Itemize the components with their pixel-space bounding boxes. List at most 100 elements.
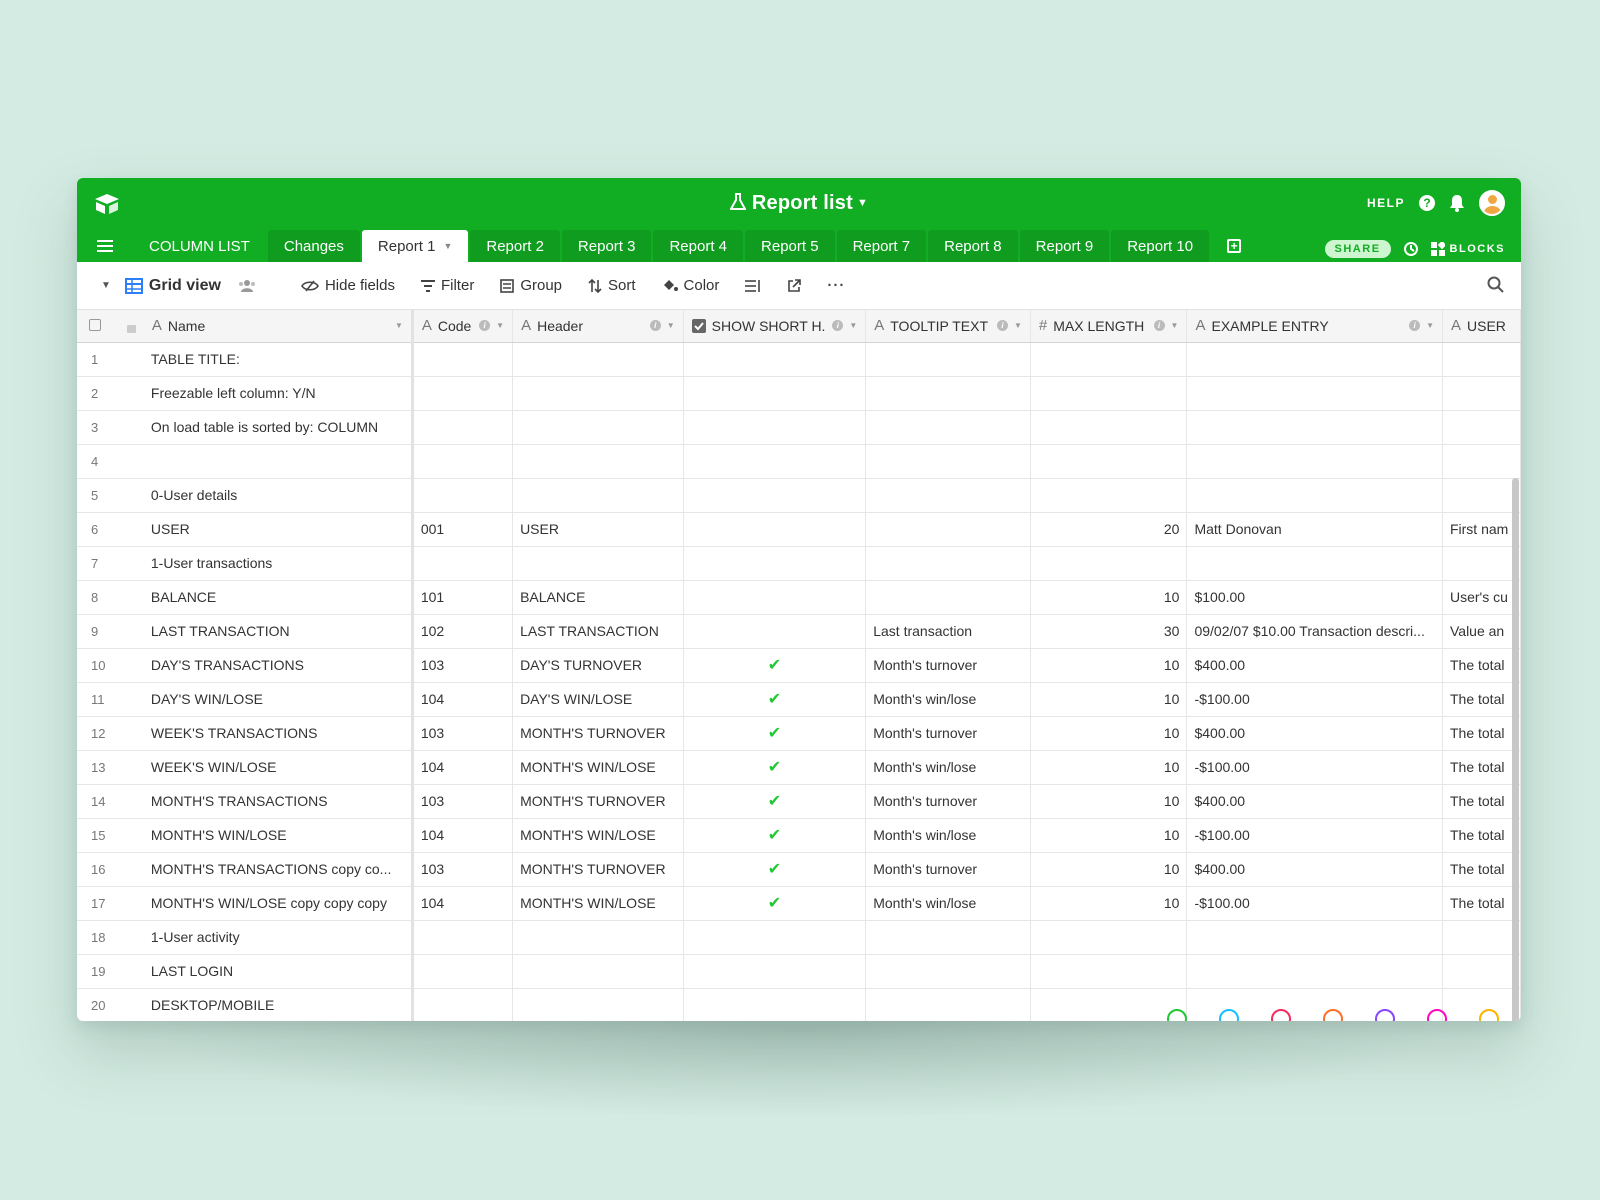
example-cell[interactable] [1186, 546, 1443, 581]
max-length-cell[interactable] [1030, 954, 1188, 989]
tab-report-1[interactable]: Report 1 ▼ [361, 230, 469, 262]
example-cell[interactable] [1186, 920, 1443, 955]
user-cell[interactable] [1442, 410, 1521, 445]
checkmark-icon[interactable]: ✔ [768, 827, 781, 844]
show-short-cell[interactable]: ✔ [683, 682, 867, 717]
checkmark-icon[interactable]: ✔ [768, 759, 781, 776]
help-label[interactable]: HELP [1367, 196, 1405, 210]
user-cell[interactable] [1442, 920, 1521, 955]
max-length-cell[interactable]: 20 [1030, 512, 1188, 547]
user-cell[interactable]: The total [1442, 784, 1521, 819]
user-cell[interactable]: User's cu [1442, 580, 1521, 615]
table-row[interactable]: 10 DAY'S TRANSACTIONS 103 DAY'S TURNOVER ✔ Mo… [77, 648, 1521, 683]
tooltip-cell[interactable] [865, 512, 1031, 547]
max-length-cell[interactable] [1030, 342, 1188, 377]
code-cell[interactable] [412, 988, 514, 1021]
tooltip-cell[interactable]: Month's turnover [865, 648, 1031, 683]
user-cell[interactable]: First nam [1442, 512, 1521, 547]
code-cell[interactable] [412, 954, 514, 989]
chevron-down-icon[interactable]: ▼ [496, 321, 504, 330]
name-cell[interactable]: MONTH'S TRANSACTIONS copy co... [143, 852, 414, 887]
table-row[interactable]: 8 BALANCE 101 BALANCE 10 $100.00 User's cu [77, 580, 1521, 615]
header-cell[interactable]: DAY'S WIN/LOSE [512, 682, 684, 717]
max-length-cell[interactable] [1030, 410, 1188, 445]
tooltip-cell[interactable]: Month's win/lose [865, 818, 1031, 853]
header-cell[interactable] [512, 920, 684, 955]
row-height-button[interactable] [745, 279, 761, 293]
name-cell[interactable]: DAY'S TRANSACTIONS [143, 648, 414, 683]
show-short-cell[interactable] [683, 376, 867, 411]
table-row[interactable]: 15 MONTH'S WIN/LOSE 104 MONTH'S WIN/LOSE ✔ Mo… [77, 818, 1521, 853]
user-cell[interactable] [1442, 444, 1521, 479]
show-short-cell[interactable] [683, 410, 867, 445]
checkmark-icon[interactable]: ✔ [768, 657, 781, 674]
tab-changes[interactable]: Changes [267, 230, 360, 262]
name-cell[interactable]: MONTH'S WIN/LOSE [143, 818, 414, 853]
select-all-checkbox[interactable] [89, 318, 101, 331]
table-row[interactable]: 3 On load table is sorted by: COLUMN [77, 410, 1521, 445]
max-length-cell[interactable]: 10 [1030, 818, 1188, 853]
user-cell[interactable]: The total [1442, 750, 1521, 785]
tooltip-cell[interactable]: Last transaction [865, 614, 1031, 649]
code-cell[interactable] [412, 376, 514, 411]
header-cell[interactable]: LAST TRANSACTION [512, 614, 684, 649]
tab-report-4[interactable]: Report 4 [653, 230, 744, 262]
show-short-cell[interactable]: ✔ [683, 750, 867, 785]
tooltip-cell[interactable] [865, 342, 1031, 377]
tab-report-5[interactable]: Report 5 [745, 230, 835, 262]
checkmark-icon[interactable]: ✔ [768, 725, 781, 742]
help-icon[interactable]: ? [1419, 195, 1435, 211]
show-short-cell[interactable] [683, 988, 867, 1021]
table-row[interactable]: 11 DAY'S WIN/LOSE 104 DAY'S WIN/LOSE ✔ Month'… [77, 682, 1521, 717]
show-short-cell[interactable] [683, 478, 867, 513]
header-cell[interactable]: MONTH'S WIN/LOSE [512, 750, 684, 785]
search-icon[interactable] [1487, 276, 1505, 294]
show-short-cell[interactable]: ✔ [683, 784, 867, 819]
column-header-show-short[interactable]: SHOW SHORT H. i ▼ [683, 310, 867, 343]
example-cell[interactable]: -$100.00 [1186, 682, 1443, 717]
max-length-cell[interactable]: 10 [1030, 580, 1188, 615]
example-cell[interactable]: $400.00 [1186, 648, 1443, 683]
tab-report-10[interactable]: Report 10 [1111, 230, 1210, 262]
avatar[interactable] [1479, 190, 1505, 216]
chevron-down-icon[interactable]: ▼ [667, 321, 675, 330]
example-cell[interactable] [1186, 954, 1443, 989]
show-short-cell[interactable] [683, 580, 867, 615]
header-cell[interactable] [512, 478, 684, 513]
column-header-code[interactable]: A Code i ▼ [412, 310, 514, 343]
example-cell[interactable]: -$100.00 [1186, 886, 1443, 921]
header-cell[interactable]: MONTH'S TURNOVER [512, 784, 684, 819]
name-cell[interactable]: DAY'S WIN/LOSE [143, 682, 414, 717]
table-row[interactable]: 13 WEEK'S WIN/LOSE 104 MONTH'S WIN/LOSE ✔ Mon… [77, 750, 1521, 785]
example-cell[interactable] [1186, 444, 1443, 479]
max-length-cell[interactable]: 10 [1030, 682, 1188, 717]
show-short-cell[interactable] [683, 444, 867, 479]
max-length-cell[interactable] [1030, 988, 1188, 1021]
blocks-button[interactable]: BLOCKS [1430, 242, 1505, 256]
tooltip-cell[interactable]: Month's win/lose [865, 682, 1031, 717]
info-icon[interactable]: i [1153, 320, 1165, 332]
add-table-button[interactable]: + [1219, 230, 1249, 262]
header-cell[interactable] [512, 954, 684, 989]
tab-report-8[interactable]: Report 8 [928, 230, 1018, 262]
table-row[interactable]: 18 1-User activity [77, 920, 1521, 955]
column-header-header[interactable]: A Header i ▼ [512, 310, 684, 343]
code-cell[interactable] [412, 546, 514, 581]
max-length-cell[interactable]: 10 [1030, 750, 1188, 785]
tab-report-7[interactable]: Report 7 [836, 230, 927, 262]
table-row[interactable]: 17 MONTH'S WIN/LOSE copy copy copy 104 MONT… [77, 886, 1521, 921]
max-length-cell[interactable] [1030, 546, 1188, 581]
show-short-cell[interactable]: ✔ [683, 648, 867, 683]
name-cell[interactable]: USER [143, 512, 414, 547]
column-header-tooltip[interactable]: A TOOLTIP TEXT i ▼ [865, 310, 1031, 343]
header-cell[interactable] [512, 410, 684, 445]
user-cell[interactable]: Value an [1442, 614, 1521, 649]
user-cell[interactable] [1442, 478, 1521, 513]
example-cell[interactable]: -$100.00 [1186, 750, 1443, 785]
header-cell[interactable]: USER [512, 512, 684, 547]
column-header-name[interactable]: A Name ▼ [143, 310, 414, 343]
tooltip-cell[interactable] [865, 920, 1031, 955]
max-length-cell[interactable] [1030, 920, 1188, 955]
example-cell[interactable]: Matt Donovan [1186, 512, 1443, 547]
user-cell[interactable]: The total [1442, 886, 1521, 921]
